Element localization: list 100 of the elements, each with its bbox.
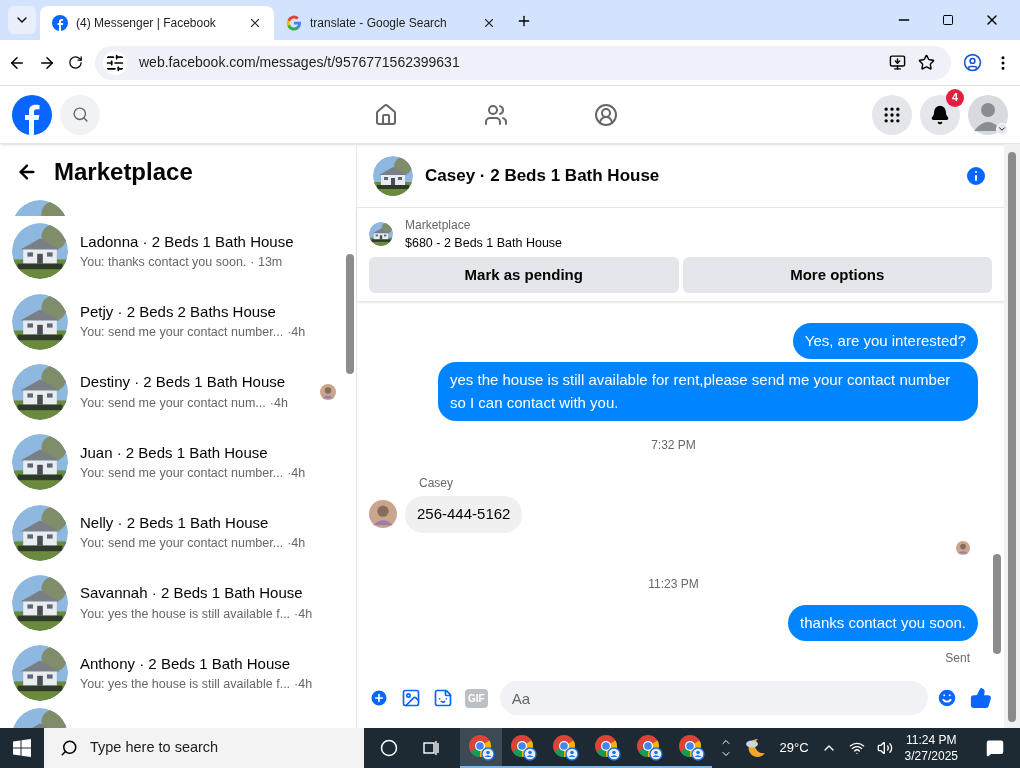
temperature: 29°C [779, 739, 809, 758]
google-icon [286, 15, 302, 31]
friends-icon[interactable] [484, 102, 508, 127]
incoming-message: 256-444-5162 [405, 496, 523, 533]
conversation-title: Anthony · 2 Beds 1 Bath House [80, 653, 292, 674]
outgoing-message: thanks contact you soon. [788, 604, 978, 641]
caret-icon [996, 122, 1008, 135]
outgoing-message: Yes, are you interested? [792, 322, 978, 359]
listing-label: Marketplace [405, 217, 472, 234]
groups-icon[interactable] [594, 102, 618, 127]
timestamp: 11:23 PM [648, 575, 699, 593]
chrome-icon[interactable] [635, 733, 663, 761]
bookmark-icon[interactable] [918, 54, 935, 71]
message-status: Sent [945, 650, 970, 667]
sidebar-title: Marketplace [54, 157, 193, 187]
conversation-title: Petjy · 2 Beds 2 Baths House [80, 301, 277, 322]
conversation-item[interactable]: Savannah · 2 Beds 1 Bath House You: yes the house is still available f... ·4h [0, 567, 344, 639]
home-icon[interactable] [374, 102, 398, 127]
volume-icon[interactable] [876, 740, 893, 756]
add-icon[interactable] [369, 688, 389, 708]
close-icon[interactable] [482, 16, 496, 30]
sender-name: Casey [419, 475, 454, 492]
like-icon[interactable] [970, 687, 992, 709]
chrome-icon[interactable] [509, 733, 537, 761]
emoji-icon[interactable] [936, 687, 958, 709]
url-text: web.facebook.com/messages/t/9576771562399631 [139, 53, 461, 72]
chrome-icon[interactable] [551, 733, 579, 761]
message-time: ·4h [294, 605, 313, 623]
message-preview: You: send me your contact number... [80, 324, 284, 342]
message-preview: You: thanks contact you soon. [80, 254, 247, 272]
facebook-logo[interactable] [12, 94, 52, 135]
message-time: · 13m [250, 254, 283, 272]
message-time: ·4h [269, 394, 288, 412]
windows-icon [13, 739, 31, 757]
account-button[interactable] [968, 94, 1008, 135]
tab-title: translate - Google Search [310, 15, 448, 32]
conversation-title: Juan · 2 Beds 1 Bath House [80, 442, 269, 463]
notification-icon[interactable] [986, 739, 1004, 757]
conversation-title: Destiny · 2 Beds 1 Bath House [80, 372, 287, 393]
chrome-icon[interactable] [677, 733, 705, 761]
chrome-icon[interactable] [593, 733, 621, 761]
conversation-item[interactable]: Petjy · 2 Beds 2 Baths House You: send me your contact number... ·4h [0, 286, 344, 357]
facebook-icon [52, 15, 68, 31]
task-view-icon[interactable] [422, 740, 440, 756]
message-time: ·4h [287, 535, 306, 553]
conversation-title: Nelly · 2 Beds 1 Bath House [80, 512, 270, 533]
site-settings-icon[interactable] [103, 50, 127, 75]
browser-tab[interactable]: (4) Messenger | Facebook [40, 6, 274, 40]
message-preview: You: send me your contact number... [80, 465, 284, 483]
conversation-item[interactable]: Nelly · 2 Beds 1 Bath House You: send me your contact number... ·4h [0, 497, 344, 568]
sticker-icon[interactable] [433, 688, 453, 708]
install-icon[interactable] [889, 54, 906, 71]
message-preview: You: send me your contact num... [80, 394, 266, 412]
close-icon[interactable] [248, 16, 262, 30]
message-time: ·4h [287, 324, 306, 342]
wifi-icon[interactable] [848, 740, 865, 756]
conversation-title: Savannah · 2 Beds 1 Bath House [80, 583, 304, 604]
profile-icon[interactable] [963, 53, 982, 72]
avatar [956, 540, 970, 555]
address-bar[interactable]: web.facebook.com/messages/t/9576771562399631 [95, 45, 951, 80]
tab-search-button[interactable] [8, 6, 36, 34]
taskbar-search[interactable]: Type here to search [44, 728, 364, 768]
avatar [320, 383, 336, 400]
avatar [369, 500, 397, 529]
listing-action-button[interactable]: More options [682, 256, 992, 293]
reload-icon[interactable] [68, 55, 83, 70]
notifications-button[interactable] [920, 94, 960, 135]
bell-icon [930, 104, 950, 125]
message-preview: You: yes the house is still available f... [80, 605, 291, 623]
search-button[interactable] [60, 94, 100, 135]
chat-title: Casey · 2 Beds 1 Bath House [425, 164, 661, 187]
search-icon [71, 106, 89, 123]
chrome-icon[interactable] [467, 733, 495, 761]
conversation-item[interactable]: Ladonna · 2 Beds 1 Bath House You: thanks contact you soon. · 13m [0, 216, 344, 287]
photo-icon[interactable] [401, 688, 421, 708]
cortana-icon[interactable] [380, 739, 398, 757]
search-icon [60, 739, 78, 757]
listing-action-button[interactable]: Mark as pending [369, 256, 679, 293]
listing-title: $680 - 2 Beds 1 Bath House [405, 235, 563, 252]
notification-badge: 4 [946, 88, 964, 107]
search-placeholder: Type here to search [90, 738, 219, 758]
new-tab-icon[interactable] [516, 13, 532, 29]
tab-title: (4) Messenger | Facebook [76, 15, 217, 32]
clock-time: 11:24 PM [906, 732, 957, 748]
conversation-title: Ladonna · 2 Beds 1 Bath House [80, 231, 295, 252]
conversation-item[interactable]: Destiny · 2 Beds 1 Bath House You: send me your contact num... ·4h [0, 356, 344, 428]
conversation-item[interactable]: Anthony · 2 Beds 1 Bath House You: yes the house is still available f... ·4h [0, 638, 344, 709]
message-input[interactable]: Aa [499, 681, 928, 715]
browser-tab[interactable]: translate - Google Search [274, 6, 508, 40]
conversation-item[interactable]: Juan · 2 Beds 1 Bath House You: send me your contact number... ·4h [0, 427, 344, 498]
weather-icon [743, 736, 768, 760]
message-time: ·4h [287, 465, 306, 483]
message-preview: You: send me your contact number... [80, 535, 284, 553]
page-scrollbar[interactable] [1004, 144, 1020, 728]
message-time: ·4h [294, 676, 313, 694]
timestamp: 7:32 PM [651, 437, 696, 454]
clock-date: 3/27/2025 [904, 748, 958, 764]
maximize-icon[interactable] [942, 14, 954, 26]
outgoing-message: yes the house is still available for rent,please send me your contact number so I can contact with you. [438, 362, 978, 421]
menu-button[interactable] [872, 94, 912, 135]
